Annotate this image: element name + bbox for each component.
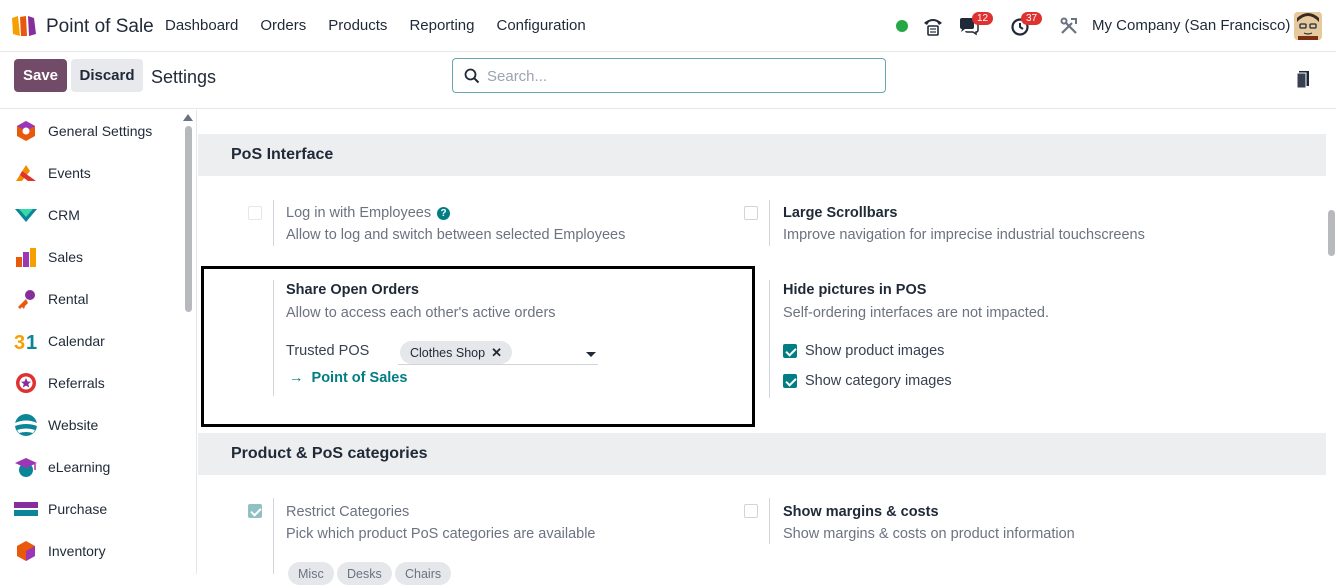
- sidebar-item-label: General Settings: [48, 123, 153, 139]
- user-avatar[interactable]: [1294, 12, 1322, 40]
- divider: [273, 498, 274, 574]
- login-employees-label: Log in with Employees: [286, 205, 432, 221]
- sidebar-item-label: eLearning: [48, 459, 111, 475]
- section-header-pos-interface: PoS Interface: [198, 134, 1326, 176]
- divider: [769, 280, 770, 398]
- restrict-categories-checkbox[interactable]: [248, 504, 262, 518]
- search-box[interactable]: [452, 58, 886, 93]
- sidebar-item-general-settings[interactable]: General Settings: [0, 110, 180, 152]
- activity-badge: 37: [1021, 12, 1043, 25]
- sidebar-item-label: Events: [48, 165, 91, 181]
- show-product-images-checkbox[interactable]: [783, 344, 797, 358]
- sidebar-item-referrals[interactable]: Referrals: [0, 362, 180, 404]
- divider: [273, 200, 274, 246]
- chat-badge: 12: [972, 12, 994, 25]
- sidebar-item-sales[interactable]: Sales: [0, 236, 180, 278]
- svg-text:3: 3: [14, 332, 25, 352]
- menu-reporting[interactable]: Reporting: [398, 17, 485, 34]
- events-icon: [13, 161, 39, 185]
- show-margins-title: Show margins & costs: [783, 504, 939, 520]
- app-name[interactable]: Point of Sale: [46, 16, 154, 38]
- sidebar-item-purchase[interactable]: Purchase: [0, 488, 180, 530]
- settings-sidebar: General Settings Events CRM Sales Rental…: [0, 110, 197, 574]
- show-margins-desc: Show margins & costs on product informat…: [783, 526, 1075, 542]
- restrict-categories-title: Restrict Categories: [286, 504, 410, 520]
- sidebar-scroll-thumb[interactable]: [185, 126, 192, 312]
- large-scrollbars-checkbox[interactable]: [744, 206, 758, 220]
- show-category-images-label[interactable]: Show category images: [805, 373, 952, 389]
- discard-button[interactable]: Discard: [71, 59, 143, 92]
- hide-pictures-title: Hide pictures in POS: [783, 282, 927, 298]
- control-panel: Save Discard Settings: [0, 52, 1336, 109]
- menu-dashboard[interactable]: Dashboard: [154, 17, 249, 34]
- highlight-annotation-box: [201, 266, 755, 427]
- search-input[interactable]: [487, 66, 867, 86]
- tools-icon[interactable]: [1060, 17, 1078, 35]
- page-title: Settings: [151, 67, 217, 87]
- sidebar-item-elearning[interactable]: eLearning: [0, 446, 180, 488]
- main-scroll-thumb[interactable]: [1328, 210, 1335, 256]
- search-icon: [464, 68, 480, 84]
- show-category-images-checkbox[interactable]: [783, 374, 797, 388]
- sidebar-item-calendar[interactable]: 31 Calendar: [0, 320, 180, 362]
- pos-app-logo-icon[interactable]: [10, 14, 40, 38]
- website-globe-icon: [13, 413, 39, 437]
- sidebar-item-events[interactable]: Events: [0, 152, 180, 194]
- show-margins-checkbox[interactable]: [744, 504, 758, 518]
- login-employees-title: Log in with Employees?: [286, 205, 451, 221]
- menu-configuration[interactable]: Configuration: [485, 17, 596, 34]
- sales-icon: [13, 245, 39, 269]
- svg-text:1: 1: [26, 332, 37, 352]
- sidebar-item-crm[interactable]: CRM: [0, 194, 180, 236]
- sidebar-item-label: Inventory: [48, 543, 106, 559]
- sidebar-item-label: Rental: [48, 291, 89, 307]
- calendar-icon: 31: [13, 329, 39, 353]
- login-employees-desc: Allow to log and switch between selected…: [286, 227, 626, 243]
- status-online-icon: [896, 20, 908, 32]
- divider: [769, 498, 770, 544]
- sidebar-item-website[interactable]: Website: [0, 404, 180, 446]
- referrals-icon: [13, 371, 39, 395]
- settings-book-icon[interactable]: [1296, 69, 1312, 89]
- sidebar-item-label: Purchase: [48, 501, 108, 517]
- top-navbar: Point of Sale Dashboard Orders Products …: [0, 0, 1336, 52]
- menu-products[interactable]: Products: [317, 17, 398, 34]
- main-menu: Dashboard Orders Products Reporting Conf…: [154, 17, 597, 34]
- rental-key-icon: [13, 287, 39, 311]
- restrict-categories-desc: Pick which product PoS categories are av…: [286, 526, 596, 542]
- large-scrollbars-title: Large Scrollbars: [783, 205, 898, 221]
- main-scrollbar[interactable]: [1328, 110, 1336, 574]
- sidebar-item-label: Website: [48, 417, 99, 433]
- section-header-product-categories: Product & PoS categories: [198, 433, 1326, 475]
- sidebar-item-label: Calendar: [48, 333, 105, 349]
- sidebar-item-label: CRM: [48, 207, 80, 223]
- company-switcher[interactable]: My Company (San Francisco): [1092, 17, 1290, 34]
- divider: [769, 200, 770, 246]
- elearning-cap-icon: [13, 455, 39, 479]
- sidebar-item-rental[interactable]: Rental: [0, 278, 180, 320]
- purchase-icon: [13, 497, 39, 521]
- sidebar-item-label: Sales: [48, 249, 84, 265]
- hide-pictures-desc: Self-ordering interfaces are not impacte…: [783, 305, 1049, 321]
- phone-icon[interactable]: [922, 15, 944, 37]
- sidebar-item-inventory[interactable]: Inventory: [0, 530, 180, 572]
- show-product-images-label[interactable]: Show product images: [805, 343, 944, 359]
- large-scrollbars-desc: Improve navigation for imprecise industr…: [783, 227, 1145, 243]
- help-icon[interactable]: ?: [437, 207, 451, 220]
- crm-icon: [13, 203, 39, 227]
- inventory-box-icon: [13, 539, 39, 563]
- sidebar-item-label: Referrals: [48, 375, 105, 391]
- login-employees-checkbox[interactable]: [248, 206, 262, 220]
- scroll-up-arrow-icon[interactable]: [183, 114, 193, 121]
- general-settings-icon: [13, 119, 39, 143]
- sidebar-scrollbar[interactable]: [183, 110, 193, 574]
- menu-orders[interactable]: Orders: [249, 17, 317, 34]
- save-button[interactable]: Save: [14, 59, 67, 92]
